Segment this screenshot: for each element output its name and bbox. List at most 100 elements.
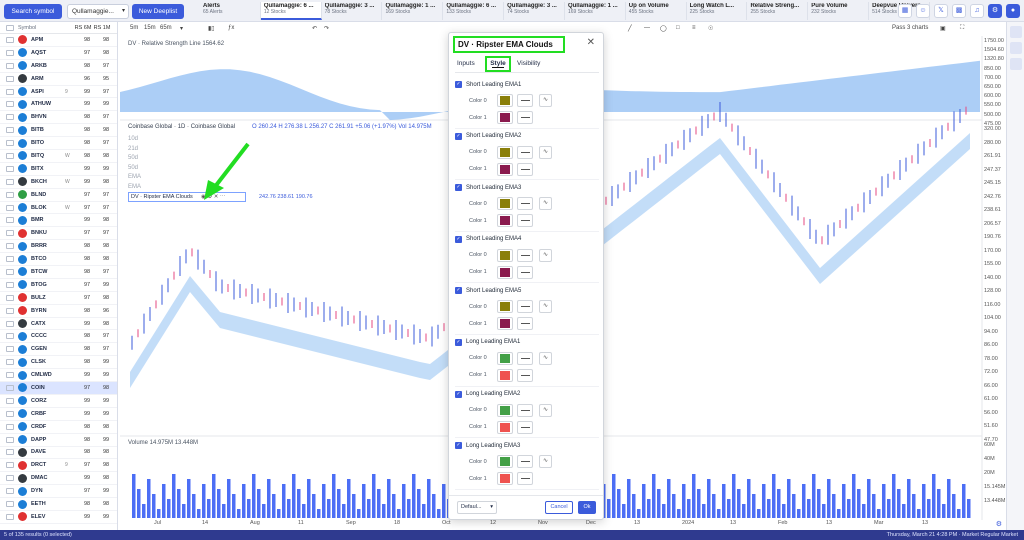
line-style-button[interactable] [517, 162, 533, 176]
tab-watchlist[interactable]: Qullamaggie: 1 ... 169 Stocks [382, 2, 444, 20]
row-checkbox[interactable] [6, 281, 14, 288]
line-style-button[interactable] [517, 455, 533, 469]
plot-style-button[interactable]: ∿ [539, 351, 552, 365]
row-checkbox[interactable] [6, 449, 14, 456]
watchlist-row[interactable]: BNKU 97 97 [0, 227, 117, 241]
color-swatch-button[interactable] [497, 351, 513, 365]
row-checkbox[interactable] [6, 256, 14, 263]
color-swatch-button[interactable] [497, 403, 513, 417]
watchlist-row[interactable]: BITX 99 99 [0, 163, 117, 176]
tab-watchlist[interactable]: Qullamaggie: 3 ... 74 Stocks [504, 2, 565, 20]
row-checkbox[interactable] [6, 475, 14, 482]
plot-style-button[interactable]: ∿ [539, 94, 552, 107]
watchlist-row[interactable]: BKCH W 99 98 [0, 176, 117, 189]
row-checkbox[interactable] [6, 294, 14, 301]
watchlist-row[interactable]: APM 98 98 [0, 34, 117, 47]
row-checkbox[interactable] [6, 165, 14, 172]
row-checkbox[interactable] [6, 178, 14, 185]
watchlist-row[interactable]: BLOK W 97 97 [0, 202, 117, 215]
close-icon[interactable]: ✕ [587, 37, 595, 48]
plot-style-button[interactable]: ∿ [539, 300, 552, 314]
news-toggle-icon[interactable] [1009, 58, 1022, 70]
watchlist-row[interactable]: BLND 97 97 [0, 189, 117, 202]
watchlist-row[interactable]: BYRN 98 96 [0, 305, 117, 318]
watchlist-row[interactable]: AQST 97 98 [0, 47, 117, 60]
row-checkbox[interactable] [6, 513, 14, 520]
watchlist-row[interactable]: CRDF 98 98 [0, 421, 117, 434]
rs6m-column-header[interactable]: RS 6M [73, 25, 93, 31]
cancel-button[interactable]: Cancel [545, 501, 573, 514]
row-checkbox[interactable] [6, 243, 14, 250]
symbol-column-header[interactable]: Symbol [18, 25, 73, 31]
ema-visible-checkbox[interactable]: ✓ [455, 184, 462, 192]
watchlist-row[interactable]: ASPI 9 99 97 [0, 86, 117, 99]
tab-watchlist[interactable]: Long Watch L... 225 Stocks [687, 2, 748, 20]
row-checkbox[interactable] [6, 152, 14, 159]
tab-inputs[interactable]: Inputs [457, 60, 475, 67]
watchlist-row[interactable]: ATHUW 99 99 [0, 98, 117, 112]
watchlist-row[interactable]: CATX 99 98 [0, 318, 117, 331]
row-checkbox[interactable] [6, 49, 14, 56]
defaults-dropdown[interactable]: Defaul... ▾ [457, 501, 497, 514]
color-swatch-button[interactable] [497, 162, 513, 176]
line-style-button[interactable] [517, 300, 533, 314]
row-checkbox[interactable] [6, 230, 14, 237]
layout-icon[interactable]: ▦ [898, 4, 912, 18]
line-style-button[interactable] [517, 317, 533, 331]
watchlist-row[interactable]: BULZ 97 98 [0, 292, 117, 305]
color-swatch-button[interactable] [497, 317, 513, 331]
alerts-toggle-icon[interactable] [1009, 42, 1022, 54]
watchlist-row[interactable]: BTCO 98 98 [0, 253, 117, 267]
watchlist-row[interactable]: BITB 98 98 [0, 124, 117, 138]
tab-visibility[interactable]: Visibility [517, 60, 540, 67]
line-style-button[interactable] [517, 214, 533, 228]
plot-style-button[interactable]: ∿ [539, 145, 552, 159]
row-checkbox[interactable] [6, 101, 14, 108]
watchlist-row[interactable]: BMR 99 98 [0, 214, 117, 228]
chart-icon[interactable]: ▩ [952, 4, 966, 18]
rs1m-column-header[interactable]: RS 1M [93, 25, 111, 31]
watchlist-row[interactable]: DMAC 99 98 [0, 472, 117, 486]
watchlist-row[interactable]: DAVE 98 98 [0, 447, 117, 460]
row-checkbox[interactable] [6, 333, 14, 340]
watchlist-row[interactable]: CMLWD 99 99 [0, 369, 117, 383]
watchlist-row[interactable]: BITO 98 97 [0, 137, 117, 151]
chart-settings-icon[interactable]: ⚙ [996, 520, 1002, 528]
ema-visible-checkbox[interactable]: ✓ [455, 132, 462, 140]
row-checkbox[interactable] [6, 114, 14, 121]
x-icon[interactable]: 𝕏 [934, 4, 948, 18]
tab-style[interactable]: Style [485, 56, 511, 72]
tab-watchlist[interactable]: Up on Volume 455 Stocks [626, 2, 687, 20]
watchlist-row[interactable]: COIN 97 98 [0, 382, 117, 395]
color-swatch-button[interactable] [497, 214, 513, 228]
watchlist-row[interactable]: DAPP 98 99 [0, 434, 117, 447]
color-swatch-button[interactable] [497, 420, 513, 434]
color-swatch-button[interactable] [497, 197, 513, 211]
row-checkbox[interactable] [6, 307, 14, 314]
row-checkbox[interactable] [6, 191, 14, 198]
settings-icon[interactable]: ⚙ [988, 4, 1002, 18]
tab-watchlist[interactable]: Qullamaggie: 6 ... 133 Stocks [443, 2, 505, 20]
row-checkbox[interactable] [6, 501, 14, 507]
line-style-button[interactable] [517, 265, 533, 279]
row-checkbox[interactable] [6, 462, 14, 469]
line-style-button[interactable] [517, 420, 533, 434]
row-checkbox[interactable] [6, 204, 14, 211]
watchlist-row[interactable]: ELEV 99 99 [0, 511, 117, 524]
color-swatch-button[interactable] [497, 248, 513, 262]
ema-visible-checkbox[interactable]: ✓ [455, 235, 462, 243]
watchlist-row[interactable]: BRRR 98 98 [0, 240, 117, 254]
plot-style-button[interactable]: ∿ [539, 197, 552, 211]
ema-visible-checkbox[interactable]: ✓ [455, 442, 462, 450]
tab-watchlist[interactable]: Relative Streng... 255 Stocks [747, 2, 809, 20]
row-checkbox[interactable] [6, 346, 14, 353]
row-checkbox[interactable] [6, 88, 14, 95]
color-swatch-button[interactable] [497, 300, 513, 314]
line-style-button[interactable] [517, 472, 533, 486]
watchlist-row[interactable]: CGEN 98 97 [0, 343, 117, 357]
color-swatch-button[interactable] [497, 472, 513, 486]
line-style-button[interactable] [517, 403, 533, 417]
tab-watchlist[interactable]: Qullamaggie: 1 ... 169 Stocks [565, 2, 626, 20]
row-checkbox[interactable] [6, 372, 14, 379]
watchlist-row[interactable]: CLSK 98 99 [0, 356, 117, 370]
